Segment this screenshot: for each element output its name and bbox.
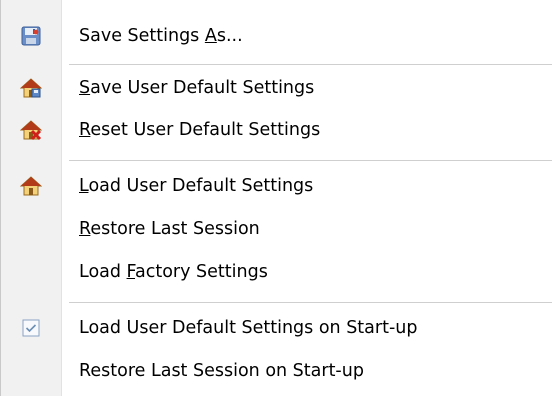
menu-item-load-default-on-startup[interactable]: Load User Default Settings on Start-up [1,308,552,348]
menu-item-save-settings-as[interactable]: Save Settings As... [1,16,552,56]
menu-separator [69,64,552,66]
menu-item-label: Load User Default Settings on Start-up [79,318,418,338]
menu-item-label: Load Factory Settings [79,262,268,282]
menu-item-icon-slot [1,252,61,292]
menu-separator [69,160,552,162]
home-load-icon [1,166,61,206]
menu-item-load-factory-settings[interactable]: Load Factory Settings [1,252,552,292]
menu-item-icon-slot [1,209,61,249]
menu-item-label: Save Settings As... [79,26,243,46]
menu-item-reset-user-default-settings[interactable]: Reset User Default Settings [1,110,552,150]
home-save-icon [1,68,61,108]
menu-item-label: Reset User Default Settings [79,120,321,140]
save-settings-icon [1,16,61,56]
menu-item-icon-slot [1,351,61,391]
menu-item-label: Save User Default Settings [79,78,315,98]
menu-item-load-user-default-settings[interactable]: Load User Default Settings [1,166,552,206]
menu-item-label: Restore Last Session [79,219,260,239]
menu-item-restore-on-startup[interactable]: Restore Last Session on Start-up [1,351,552,391]
menu-separator [69,302,552,304]
menu-item-label: Restore Last Session on Start-up [79,361,364,381]
checkbox-checked-icon [1,308,61,348]
home-reset-icon [1,110,61,150]
settings-context-menu: Save Settings As... Save User Default Se… [0,0,552,396]
menu-item-save-user-default-settings[interactable]: Save User Default Settings [1,68,552,108]
menu-item-label: Load User Default Settings [79,176,314,196]
menu-item-restore-last-session[interactable]: Restore Last Session [1,209,552,249]
